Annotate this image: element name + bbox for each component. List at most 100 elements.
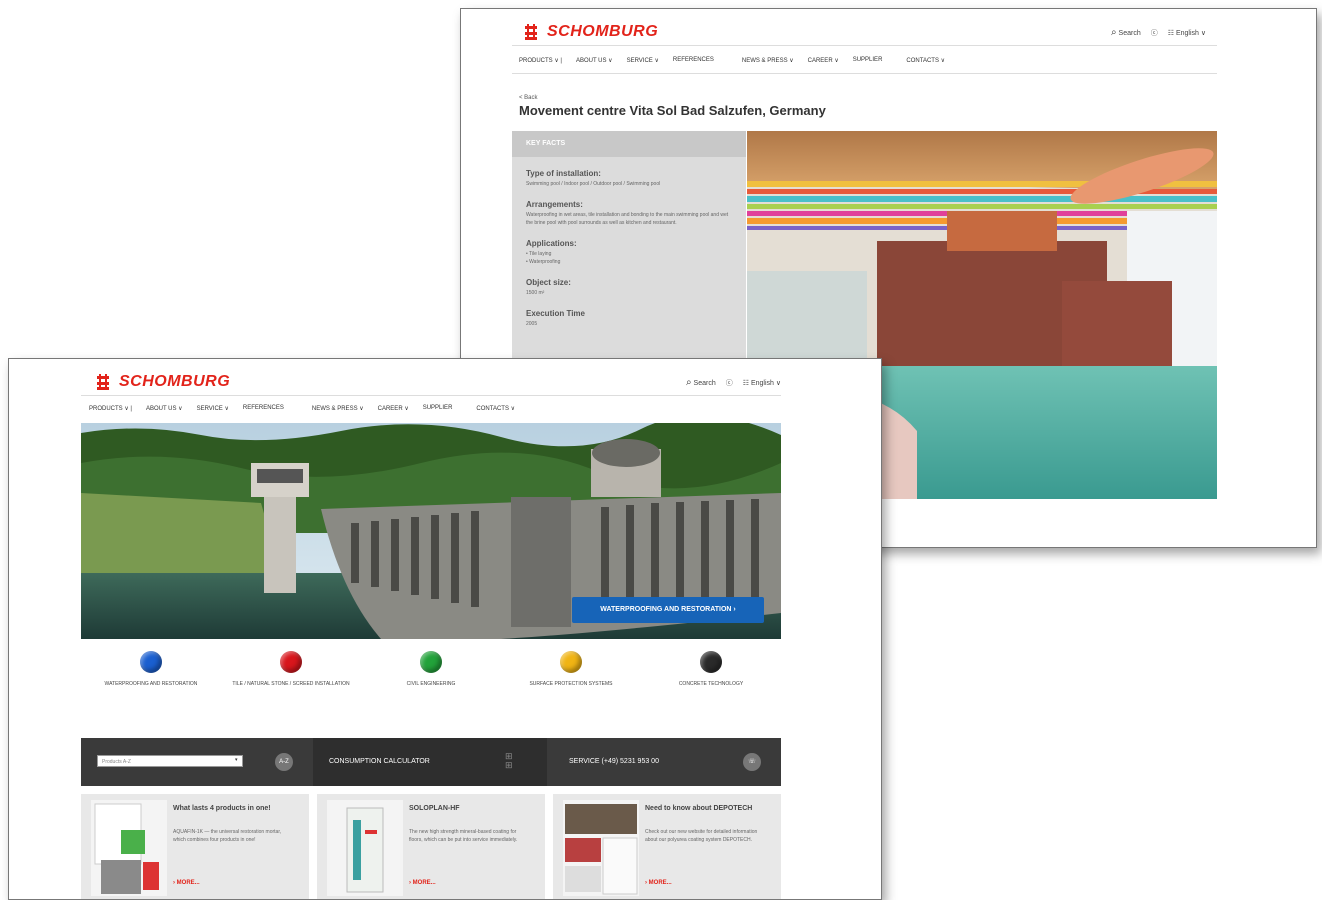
card-title: Need to know about DEPOTECH (645, 805, 753, 812)
fact-value: Swimming pool / Indoor pool / Outdoor po… (526, 181, 661, 187)
fact-item: Execution Time 2005 (512, 309, 746, 328)
fact-label: Arrangements: (526, 200, 583, 209)
more-link[interactable]: › MORE... (645, 880, 672, 886)
brand-name: SCHOMBURG (547, 23, 659, 40)
key-facts-heading: KEY FACTS (512, 131, 746, 157)
service-toolbar: Products A-Z ▾ A-Z CONSUMPTION CALCULATO… (81, 738, 781, 786)
fact-value: 2005 (526, 321, 538, 327)
category-row: WATERPROOFING AND RESTORATION TILE / NAT… (81, 651, 781, 721)
language-select[interactable]: ☷ English ∨ (1168, 29, 1206, 37)
nav-references[interactable]: REFERENCES (673, 57, 714, 64)
search-label: Search (693, 380, 716, 387)
category-waterproofing[interactable]: WATERPROOFING AND RESTORATION (81, 651, 221, 689)
product-bag-thumbnail (327, 800, 403, 896)
category-label: CONCRETE TECHNOLOGY (678, 681, 744, 687)
nav-products[interactable]: PRODUCTS ∨ | (89, 405, 132, 412)
brand-logo[interactable]: SCHOMBURG (97, 373, 230, 391)
main-nav: PRODUCTS ∨ | ABOUT US ∨ SERVICE ∨ REFERE… (89, 405, 515, 412)
contact-icon[interactable]: ⓒ (1151, 28, 1158, 38)
divider (81, 395, 781, 396)
category-label: SURFACE PROTECTION SYSTEMS (529, 681, 613, 687)
fact-item: Arrangements: Waterproofing in wet areas… (512, 200, 746, 227)
nav-supplier[interactable]: SUPPLIER (853, 57, 883, 64)
fact-item: Object size: 1500 m² (512, 278, 746, 297)
hero-cta-button[interactable]: WATERPROOFING AND RESTORATION › (572, 597, 764, 623)
fact-label: Type of installation: (526, 169, 601, 178)
fact-value: • Tile laying • Waterproofing (526, 251, 561, 265)
category-concrete-technology[interactable]: CONCRETE TECHNOLOGY (641, 651, 781, 689)
nav-about-us[interactable]: ABOUT US ∨ (576, 57, 613, 64)
logo-mark-icon (97, 374, 109, 390)
category-label: WATERPROOFING AND RESTORATION (104, 681, 198, 687)
brand-logo[interactable]: SCHOMBURG (525, 23, 658, 41)
product-finder: Products A-Z ▾ A-Z (81, 738, 313, 786)
nav-contacts[interactable]: CONTACTS ∨ (476, 405, 515, 412)
phone-icon[interactable]: ☏ (743, 753, 761, 771)
category-drop-icon (140, 651, 162, 673)
calculator-icon: ⊞ ⊞ (505, 751, 513, 770)
back-link[interactable]: < Back (519, 95, 538, 101)
search-icon: ⌕ (1110, 27, 1117, 38)
more-link[interactable]: › MORE... (409, 880, 436, 886)
header-utilities: ⌕ Search ⓒ ☷ English ∨ (686, 377, 781, 388)
fact-value: 1500 m² (526, 290, 545, 296)
globe-icon: ☷ (1167, 29, 1174, 37)
language-label: English (1175, 29, 1199, 37)
card-text: Check out our new website for detailed i… (645, 829, 758, 843)
products-select[interactable]: Products A-Z (97, 755, 243, 767)
category-civil-engineering[interactable]: CIVIL ENGINEERING (361, 651, 501, 689)
category-drop-icon (420, 651, 442, 673)
divider (512, 45, 1217, 46)
category-drop-icon (700, 651, 722, 673)
fact-item: Type of installation: Swimming pool / In… (512, 169, 746, 188)
calculator-label: CONSUMPTION CALCULATOR (329, 758, 430, 765)
category-tile-installation[interactable]: TILE / NATURAL STONE / SCREED INSTALLATI… (221, 651, 361, 689)
language-select[interactable]: ☷ English ∨ (743, 379, 781, 387)
chevron-down-icon: ▾ (235, 757, 238, 763)
nav-references[interactable]: REFERENCES (243, 405, 284, 412)
logo-mark-icon (525, 24, 537, 40)
nav-service[interactable]: SERVICE ∨ (627, 57, 659, 64)
search-label: Search (1118, 30, 1141, 37)
brochure-image (94, 803, 159, 894)
contact-icon[interactable]: ⓒ (726, 378, 733, 388)
teaser-cards: What lasts 4 products in one! AQUAFIN-1K… (81, 794, 781, 899)
nav-news-press[interactable]: NEWS & PRESS ∨ (742, 57, 794, 64)
brochure-thumbnail (91, 800, 167, 896)
nav-supplier[interactable]: SUPPLIER (423, 405, 453, 412)
nav-about-us[interactable]: ABOUT US ∨ (146, 405, 183, 412)
nav-news-press[interactable]: NEWS & PRESS ∨ (312, 405, 364, 412)
main-nav: PRODUCTS ∨ | ABOUT US ∨ SERVICE ∨ REFERE… (519, 57, 945, 64)
fact-label: Execution Time (526, 309, 585, 318)
search-link[interactable]: ⌕ Search (686, 377, 716, 388)
category-drop-icon (280, 651, 302, 673)
nav-products[interactable]: PRODUCTS ∨ | (519, 57, 562, 64)
more-link[interactable]: › MORE... (173, 880, 200, 886)
nav-contacts[interactable]: CONTACTS ∨ (906, 57, 945, 64)
category-surface-protection[interactable]: SURFACE PROTECTION SYSTEMS (501, 651, 641, 689)
category-label: CIVIL ENGINEERING (406, 681, 456, 687)
category-label: TILE / NATURAL STONE / SCREED INSTALLATI… (232, 681, 350, 687)
product-bag-image (346, 807, 384, 893)
fact-value: Waterproofing in wet areas, tile install… (526, 212, 729, 226)
globe-icon: ☷ (742, 379, 749, 387)
fact-item: Applications: • Tile laying • Waterproof… (512, 239, 746, 266)
teaser-card[interactable]: Need to know about DEPOTECH Check out ou… (553, 794, 781, 899)
teaser-card[interactable]: SOLOPLAN-HF The new high strength minera… (317, 794, 545, 899)
nav-service[interactable]: SERVICE ∨ (197, 405, 229, 412)
nav-career[interactable]: CAREER ∨ (378, 405, 409, 412)
az-button[interactable]: A-Z (275, 753, 293, 771)
service-label: SERVICE (+49) 5231 953 00 (569, 758, 659, 765)
header-utilities: ⌕ Search ⓒ ☷ English ∨ (1111, 27, 1206, 38)
language-label: English (750, 379, 774, 387)
card-title: SOLOPLAN-HF (409, 805, 460, 812)
page-title: Movement centre Vita Sol Bad Salzufen, G… (519, 103, 826, 118)
teaser-card[interactable]: What lasts 4 products in one! AQUAFIN-1K… (81, 794, 309, 899)
card-title: What lasts 4 products in one! (173, 805, 271, 812)
website-image (565, 804, 638, 895)
brand-name: SCHOMBURG (119, 373, 231, 390)
nav-career[interactable]: CAREER ∨ (808, 57, 839, 64)
search-link[interactable]: ⌕ Search (1111, 27, 1141, 38)
consumption-calculator[interactable]: CONSUMPTION CALCULATOR ⊞ ⊞ (313, 738, 547, 786)
service-hotline[interactable]: SERVICE (+49) 5231 953 00 ☏ (547, 738, 781, 786)
